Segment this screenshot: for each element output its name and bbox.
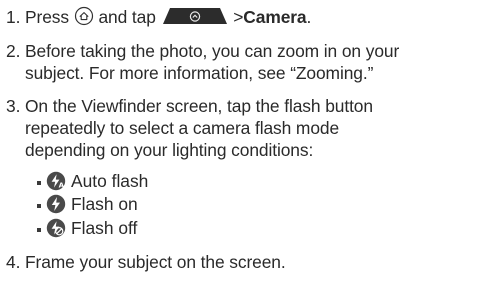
step-number: 2. (6, 41, 21, 61)
instruction-document: 1. Press and tap >Camera. 2. Before taki… (0, 0, 481, 299)
bullet (37, 204, 41, 208)
flash-off-icon (46, 218, 66, 238)
step-number: 4. (6, 252, 21, 272)
step-1-separator: > (233, 7, 244, 27)
step-text-line: Frame your subject on the screen. (25, 252, 286, 272)
flash-mode-label: Flash off (71, 218, 138, 238)
home-key-icon (74, 7, 93, 26)
flash-auto-icon: A (46, 171, 66, 191)
step-number: 3. (6, 96, 21, 116)
flash-mode-label: Auto flash (71, 171, 149, 191)
step-text-line: subject. For more information, see “Zoom… (25, 63, 374, 83)
svg-text:A: A (59, 181, 65, 189)
bullet (37, 181, 41, 185)
step-1-suffix: . (306, 7, 312, 27)
flash-mode-label: Flash on (71, 194, 138, 214)
all-apps-tab-icon (162, 8, 227, 25)
step-text-line: Before taking the photo, you can zoom in… (25, 41, 400, 61)
step-1-prefix: Press (25, 7, 69, 27)
camera-app-label: Camera (243, 7, 307, 27)
step-text-line: depending on your lighting conditions: (25, 140, 314, 160)
bullet (37, 228, 41, 232)
step-text: Press and tap >Camera. (25, 6, 311, 28)
step-text-line: repeatedly to select a camera flash mode (25, 118, 340, 138)
flash-on-icon (46, 194, 66, 214)
step-number: 1. (6, 7, 21, 27)
step-text-line: On the Viewfinder screen, tap the flash … (25, 96, 373, 116)
step-1-middle: and tap (98, 7, 156, 27)
